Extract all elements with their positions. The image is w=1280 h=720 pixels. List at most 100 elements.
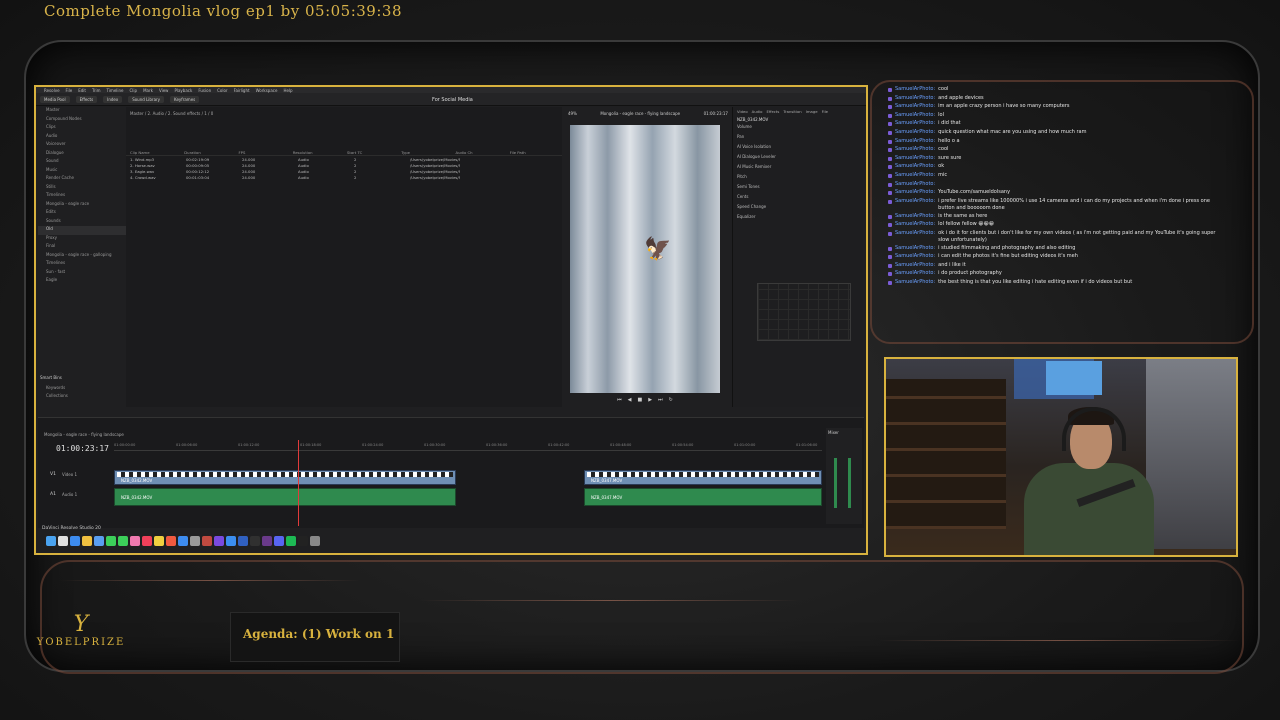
inspector-item[interactable]: Pitch: [733, 173, 863, 183]
mail-icon[interactable]: [94, 536, 104, 546]
loop-icon[interactable]: ↻: [669, 397, 673, 405]
terminal-icon[interactable]: [298, 536, 308, 546]
audio-clip-1[interactable]: NZB_0342.MOV: [114, 488, 456, 506]
clip-column-header[interactable]: Audio Ch: [456, 150, 504, 155]
chat-username[interactable]: SamuelArPhoto:: [895, 270, 935, 277]
clip-column-header[interactable]: Resolution: [293, 150, 341, 155]
mixer-fader[interactable]: [848, 458, 851, 508]
video-clip-2[interactable]: NZB_0347.MOV: [584, 470, 822, 485]
stop-icon[interactable]: ■: [638, 397, 643, 405]
inspector-tab[interactable]: Image: [806, 109, 818, 114]
timeline-ruler[interactable]: 01:00:00:00 01:00:06:00 01:00:12:00 01:00:1…: [114, 442, 822, 451]
skip-forward-icon[interactable]: ⏭: [658, 397, 663, 405]
media-pool-bin[interactable]: Proxy: [38, 235, 126, 244]
inspector-tab[interactable]: Audio: [752, 109, 763, 114]
obs-icon[interactable]: [250, 536, 260, 546]
media-pool-bin[interactable]: Sounds: [38, 218, 126, 227]
premiere-icon[interactable]: [214, 536, 224, 546]
inspector-item[interactable]: Equalizer: [733, 213, 863, 223]
media-pool-bin[interactable]: Timelines: [38, 260, 126, 269]
media-pool-bin[interactable]: Voiceover: [38, 141, 126, 150]
menu-item[interactable]: Mark: [143, 88, 153, 93]
clip-column-header[interactable]: Start TC: [347, 150, 395, 155]
photos-icon[interactable]: [130, 536, 140, 546]
slack-icon[interactable]: [262, 536, 272, 546]
toolbar-button[interactable]: Effects: [75, 95, 98, 103]
chat-username[interactable]: SamuelArPhoto:: [895, 221, 935, 228]
media-pool-bin[interactable]: Audio: [38, 133, 126, 142]
skip-back-icon[interactable]: ⏮: [617, 397, 622, 405]
play-icon[interactable]: ▶: [648, 397, 652, 405]
toolbar-button[interactable]: Keyframes: [170, 95, 200, 103]
clip-column-header[interactable]: FPS: [239, 150, 287, 155]
inspector-tab[interactable]: Video: [737, 109, 748, 114]
launchpad-icon[interactable]: [58, 536, 68, 546]
messages-icon[interactable]: [106, 536, 116, 546]
chat-username[interactable]: SamuelArPhoto:: [895, 181, 935, 188]
chat-username[interactable]: SamuelArPhoto:: [895, 95, 935, 102]
chat-username[interactable]: SamuelArPhoto:: [895, 213, 935, 220]
music-icon[interactable]: [142, 536, 152, 546]
menu-item[interactable]: Help: [283, 88, 292, 93]
media-pool-bin[interactable]: Edits: [38, 209, 126, 218]
media-pool-bin[interactable]: Mongolia - eagle race: [38, 201, 126, 210]
inspector-item[interactable]: AI Voice Isolation: [733, 143, 863, 153]
media-pool-bin[interactable]: Master: [38, 107, 126, 116]
media-pool-bin[interactable]: Old: [38, 226, 126, 235]
chat-username[interactable]: SamuelArPhoto:: [895, 189, 935, 196]
inspector-tab[interactable]: Transition: [783, 109, 801, 114]
menu-item[interactable]: Edit: [78, 88, 86, 93]
chat-username[interactable]: SamuelArPhoto:: [895, 86, 935, 93]
chat-username[interactable]: SamuelArPhoto:: [895, 155, 935, 162]
mixer-fader[interactable]: [834, 458, 837, 508]
trash-icon[interactable]: [310, 536, 320, 546]
menu-item[interactable]: File: [66, 88, 73, 93]
clip-column-header[interactable]: Type: [401, 150, 449, 155]
play-reverse-icon[interactable]: ◀: [628, 397, 632, 405]
clip-column-header[interactable]: Duration: [184, 150, 232, 155]
chat-username[interactable]: SamuelArPhoto:: [895, 172, 935, 179]
notes-icon[interactable]: [154, 536, 164, 546]
appstore-icon[interactable]: [178, 536, 188, 546]
chat-username[interactable]: SamuelArPhoto:: [895, 146, 935, 153]
toolbar-button[interactable]: Sound Library: [128, 95, 165, 103]
viewer-zoom[interactable]: 49%: [568, 111, 577, 116]
resolve-icon[interactable]: [202, 536, 212, 546]
menu-item[interactable]: Fusion: [198, 88, 211, 93]
menu-item[interactable]: Workspace: [256, 88, 278, 93]
photoshop-icon[interactable]: [226, 536, 236, 546]
menu-item[interactable]: View: [159, 88, 169, 93]
chat-username[interactable]: SamuelArPhoto:: [895, 112, 935, 119]
chat-username[interactable]: SamuelArPhoto:: [895, 245, 935, 252]
media-pool-bin[interactable]: Sun - fast: [38, 269, 126, 278]
chat-username[interactable]: SamuelArPhoto:: [895, 103, 935, 110]
discord-icon[interactable]: [274, 536, 284, 546]
media-pool-bin[interactable]: Compound Nodes: [38, 116, 126, 125]
menu-item[interactable]: Clip: [130, 88, 138, 93]
media-pool-bin[interactable]: Timelines: [38, 192, 126, 201]
menu-item[interactable]: Playback: [174, 88, 192, 93]
media-pool-bin[interactable]: Clips: [38, 124, 126, 133]
toolbar-button[interactable]: Index: [103, 95, 123, 103]
inspector-tab[interactable]: File: [822, 109, 828, 114]
clip-column-header[interactable]: File Path: [510, 150, 558, 155]
equalizer-graph[interactable]: [757, 283, 851, 341]
media-pool-bin[interactable]: Eagle: [38, 277, 126, 286]
inspector-item[interactable]: Pan: [733, 133, 863, 143]
clip-column-header[interactable]: Clip Name: [130, 150, 178, 155]
facetime-icon[interactable]: [118, 536, 128, 546]
inspector-tab[interactable]: Effects: [766, 109, 779, 114]
menu-item[interactable]: Trim: [92, 88, 101, 93]
smart-bin-item[interactable]: Keywords: [46, 385, 68, 393]
menu-item[interactable]: Resolve: [44, 88, 60, 93]
chat-username[interactable]: SamuelArPhoto:: [895, 262, 935, 269]
chat-username[interactable]: SamuelArPhoto:: [895, 279, 935, 286]
inspector-item[interactable]: Cents: [733, 193, 863, 203]
chat-username[interactable]: SamuelArPhoto:: [895, 198, 935, 205]
inspector-item[interactable]: Semi Tones: [733, 183, 863, 193]
inspector-item[interactable]: Speed Change: [733, 203, 863, 213]
chrome-icon[interactable]: [82, 536, 92, 546]
lightroom-icon[interactable]: [238, 536, 248, 546]
media-pool-bin[interactable]: Render Cache: [38, 175, 126, 184]
chat-username[interactable]: SamuelArPhoto:: [895, 120, 935, 127]
